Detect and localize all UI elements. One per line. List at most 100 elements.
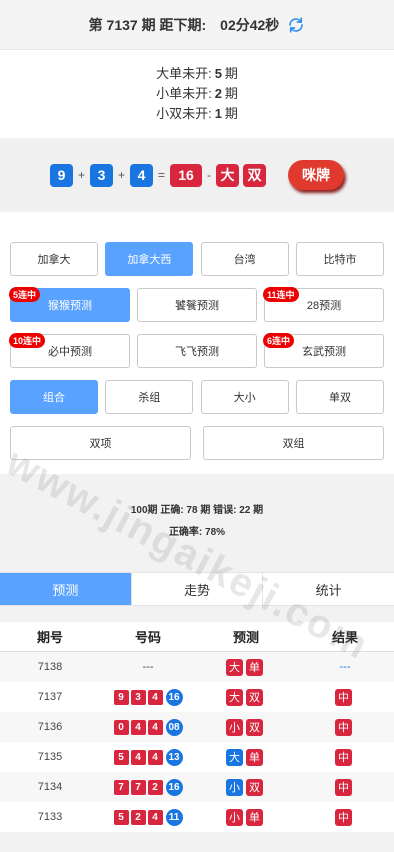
result-chip: 中	[335, 808, 352, 826]
mode-button[interactable]: 杀组	[105, 380, 194, 414]
header-bar: 第 7137 期 距下期: 02分42秒	[0, 0, 394, 50]
result-number: 9	[49, 163, 73, 187]
missing-stats: 大单未开: 5 期 小单未开: 2 期 小双未开: 1 期	[0, 50, 394, 138]
number-chip: 4	[147, 809, 163, 825]
prediction-cell: 大单	[196, 748, 296, 766]
region-button[interactable]: 台湾	[200, 242, 289, 276]
plus-sign: +	[77, 168, 85, 182]
number-chip: 9	[113, 689, 129, 705]
streak-badge: 6连中	[263, 333, 295, 348]
predictor-button[interactable]: 飞飞预测	[137, 334, 257, 368]
col-result: 结果	[331, 630, 358, 645]
result-chip: 中	[335, 688, 352, 706]
table-row: 7137 9 3 4 16 大双 中	[0, 682, 394, 712]
issue-cell: 7137	[37, 691, 63, 703]
numbers-cell: 5 4 4 13	[100, 748, 196, 766]
result-size: 大	[216, 163, 240, 187]
table-row: 7138 --- 大单 ---	[0, 652, 394, 682]
predictor-button[interactable]: 11连中 28预测	[263, 287, 384, 322]
mode-row: 双项 双组	[10, 426, 384, 460]
countdown: 02分42秒	[220, 16, 280, 33]
result-number: 3	[89, 163, 113, 187]
region-button[interactable]: 比特市	[295, 242, 384, 276]
issue-cell: 7138	[37, 661, 63, 673]
issue-cell: 7134	[37, 781, 63, 793]
region-button[interactable]: 加拿大西	[105, 242, 194, 276]
missing-line: 小单未开: 2 期	[156, 86, 238, 101]
sum-chip: 08	[165, 718, 183, 736]
table-header: 期号 号码 预测 结果	[0, 622, 394, 652]
prediction-chip: 双	[246, 688, 263, 706]
col-prediction: 预测	[232, 630, 259, 645]
predictor-row: 5连中 猴猴预测 饕餮预测 11连中 28预测	[9, 287, 384, 322]
predictor-button[interactable]: 5连中 猴猴预测	[9, 287, 130, 322]
dash-sign: -	[207, 168, 212, 182]
streak-badge: 10连中	[9, 333, 46, 348]
mode-button[interactable]: 双组	[203, 426, 384, 460]
numbers-cell: ---	[100, 661, 196, 673]
result-cell: ---	[296, 661, 394, 673]
latest-result: 9 + 3 + 4 = 16 - 大 双 咪牌	[0, 140, 394, 210]
number-chip: 5	[113, 749, 129, 765]
number-chip: 4	[130, 719, 146, 735]
stats-line: 正确率: 78%	[168, 527, 226, 538]
prediction-table: 期号 号码 预测 结果 7138 --- 大单 --- 7137 9 3 4 16 大双中 7136…	[0, 622, 394, 832]
number-chip: 4	[147, 719, 163, 735]
sum-chip: 16	[165, 778, 183, 796]
number-chip: 4	[147, 689, 163, 705]
predictor-button[interactable]: 10连中 必中预测	[9, 333, 130, 368]
table-row: 7135 5 4 4 13 大单中	[0, 742, 394, 772]
result-parity: 双	[243, 163, 267, 187]
mode-button[interactable]: 单双	[295, 380, 384, 414]
sum-chip: 16	[165, 688, 183, 706]
mode-button[interactable]: 组合	[10, 380, 98, 414]
missing-line: 大单未开: 5 期	[156, 66, 238, 81]
result-number: 4	[130, 163, 153, 187]
missing-line: 小双未开: 1 期	[156, 106, 238, 121]
table-row: 7136 0 4 4 08 小双中	[0, 712, 394, 742]
number-chip: 7	[113, 779, 129, 795]
accuracy-stats: 100期 正确: 78 期 错误: 22 期 正确率: 78%	[0, 474, 394, 570]
result-cell: 中	[296, 688, 394, 706]
result-chip: 中	[335, 748, 352, 766]
numbers-cell: 9 3 4 16	[100, 688, 196, 706]
prediction-chip: 单	[246, 658, 263, 676]
tab-statistics[interactable]: 统计	[263, 573, 394, 605]
tab-trend[interactable]: 走势	[132, 573, 264, 605]
tab-predict[interactable]: 预测	[0, 573, 132, 605]
result-cell: 中	[296, 718, 394, 736]
region-button[interactable]: 加拿大	[10, 242, 98, 276]
bottom-tabs: 预测 走势 统计	[0, 572, 394, 606]
prediction-chip: 单	[246, 808, 263, 826]
predictor-button[interactable]: 饕餮预测	[137, 288, 257, 322]
number-chip: 0	[113, 719, 129, 735]
col-issue: 期号	[36, 630, 63, 645]
result-chip: 中	[335, 718, 352, 736]
prediction-chip: 小	[226, 718, 243, 736]
predictor-button[interactable]: 6连中 玄武预测	[263, 333, 384, 368]
prediction-chip: 大	[226, 748, 243, 766]
mode-button[interactable]: 双项	[10, 426, 191, 460]
prediction-cell: 小双	[196, 778, 296, 796]
issue-cell: 7133	[37, 811, 63, 823]
issue-cell: 7135	[37, 751, 63, 763]
number-chip: 7	[130, 779, 146, 795]
prediction-chip: 双	[246, 778, 263, 796]
table-row: 7133 5 2 4 11 小单中	[0, 802, 394, 832]
mode-button[interactable]: 大小	[200, 380, 289, 414]
plus-sign: +	[117, 168, 125, 182]
result-sum: 16	[170, 163, 203, 187]
issue-cell: 7136	[37, 721, 63, 733]
numbers-cell: 7 7 2 16	[100, 778, 196, 796]
prediction-chip: 单	[246, 748, 263, 766]
mimi-button[interactable]: 咪牌	[288, 160, 345, 190]
prediction-chip: 小	[226, 778, 243, 796]
number-chip: 4	[130, 749, 146, 765]
filter-panel: 加拿大 加拿大西 台湾 比特市 5连中 猴猴预测 饕餮预测 11连中 28预测 10…	[0, 212, 394, 474]
number-chip: 5	[113, 809, 129, 825]
prediction-chip: 双	[246, 718, 263, 736]
prediction-chip: 大	[226, 688, 243, 706]
table-row: 7134 7 7 2 16 小双中	[0, 772, 394, 802]
stats-line: 100期 正确: 78 期 错误: 22 期	[130, 505, 264, 516]
refresh-icon[interactable]	[287, 16, 305, 34]
